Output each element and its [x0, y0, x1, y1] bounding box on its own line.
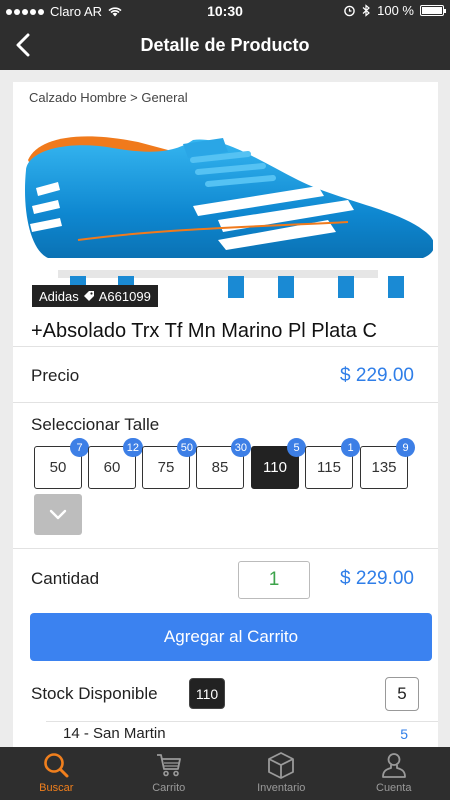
size-option-85[interactable]: 85 30: [196, 438, 251, 489]
stock-badge: 50: [176, 438, 197, 457]
tab-bar: Buscar Carrito Inventario Cuenta: [0, 747, 450, 800]
stock-badge: 1: [341, 438, 360, 457]
size-option-115[interactable]: 115 1: [305, 438, 360, 489]
size-option-50[interactable]: 50 7: [34, 438, 89, 489]
alarm-icon: [344, 5, 355, 17]
size-option-60[interactable]: 60 12: [88, 438, 143, 489]
size-value: 60: [103, 459, 121, 476]
quantity-input[interactable]: 1: [238, 561, 310, 599]
size-value: 115: [317, 459, 341, 476]
price-label: Precio: [31, 366, 80, 385]
stock-badge: 12: [122, 438, 143, 457]
total-price: $ 229.00: [340, 568, 414, 589]
divider: [13, 548, 438, 549]
branch-name: 14 - San Martin: [63, 725, 166, 742]
stock-badge: 30: [230, 438, 251, 457]
stock-size-badge: 110: [189, 678, 225, 709]
box-icon: [268, 752, 295, 779]
size-value: 85: [211, 459, 229, 476]
more-sizes-button[interactable]: [34, 494, 82, 535]
page-title: Detalle de Producto: [140, 35, 310, 55]
branch-row[interactable]: 14 - San Martin 5: [46, 721, 438, 747]
product-title: +Absolado Trx Tf Mn Marino Pl Plata C: [31, 320, 377, 342]
divider: [13, 402, 438, 403]
size-value: 50: [49, 459, 67, 476]
tab-inventario[interactable]: Inventario: [225, 747, 338, 800]
tab-label: Carrito: [152, 782, 186, 794]
stock-label: Stock Disponible: [31, 684, 158, 703]
size-option-75[interactable]: 75 50: [142, 438, 197, 489]
divider: [13, 346, 438, 347]
size-value: 75: [157, 459, 175, 476]
breadcrumb[interactable]: Calzado Hombre > General: [29, 90, 188, 105]
battery-icon: [420, 5, 446, 16]
tab-cuenta[interactable]: Cuenta: [338, 747, 450, 800]
stock-count-box: 5: [385, 677, 419, 711]
user-icon: [381, 753, 406, 778]
tab-label: Inventario: [257, 782, 306, 794]
product-card: Calzado Hombre > General Adidas A661099 …: [13, 82, 438, 750]
size-value: 135: [371, 459, 397, 476]
stock-badge: 5: [287, 438, 306, 457]
battery-label: 100 %: [377, 3, 414, 18]
brand-label: Adidas: [39, 288, 79, 304]
size-option-110[interactable]: 110 5: [251, 438, 306, 489]
quantity-label: Cantidad: [31, 569, 100, 588]
price-value: $ 229.00: [340, 365, 414, 386]
product-code: A661099: [98, 288, 151, 304]
size-option-135[interactable]: 135 9: [360, 438, 415, 489]
tab-carrito[interactable]: Carrito: [113, 747, 226, 800]
status-bar: Claro AR 10:30 100 %: [0, 0, 450, 22]
cart-icon: [156, 754, 181, 777]
size-value: 110: [263, 459, 287, 476]
nav-bar: Detalle de Producto: [0, 22, 450, 70]
add-to-cart-button[interactable]: Agregar al Carrito: [30, 613, 432, 661]
search-icon: [44, 753, 69, 778]
size-selector-label: Seleccionar Talle: [31, 415, 160, 434]
stock-badge: 7: [70, 438, 89, 457]
tab-buscar[interactable]: Buscar: [0, 747, 113, 800]
stock-badge: 9: [396, 438, 415, 457]
product-tags: Adidas A661099: [32, 285, 158, 307]
chevron-down-icon: [49, 509, 67, 520]
tab-label: Cuenta: [376, 782, 412, 794]
tag-icon: [83, 291, 94, 301]
bluetooth-icon: [362, 4, 371, 17]
branch-count: 5: [400, 726, 408, 742]
tab-label: Buscar: [39, 782, 74, 794]
